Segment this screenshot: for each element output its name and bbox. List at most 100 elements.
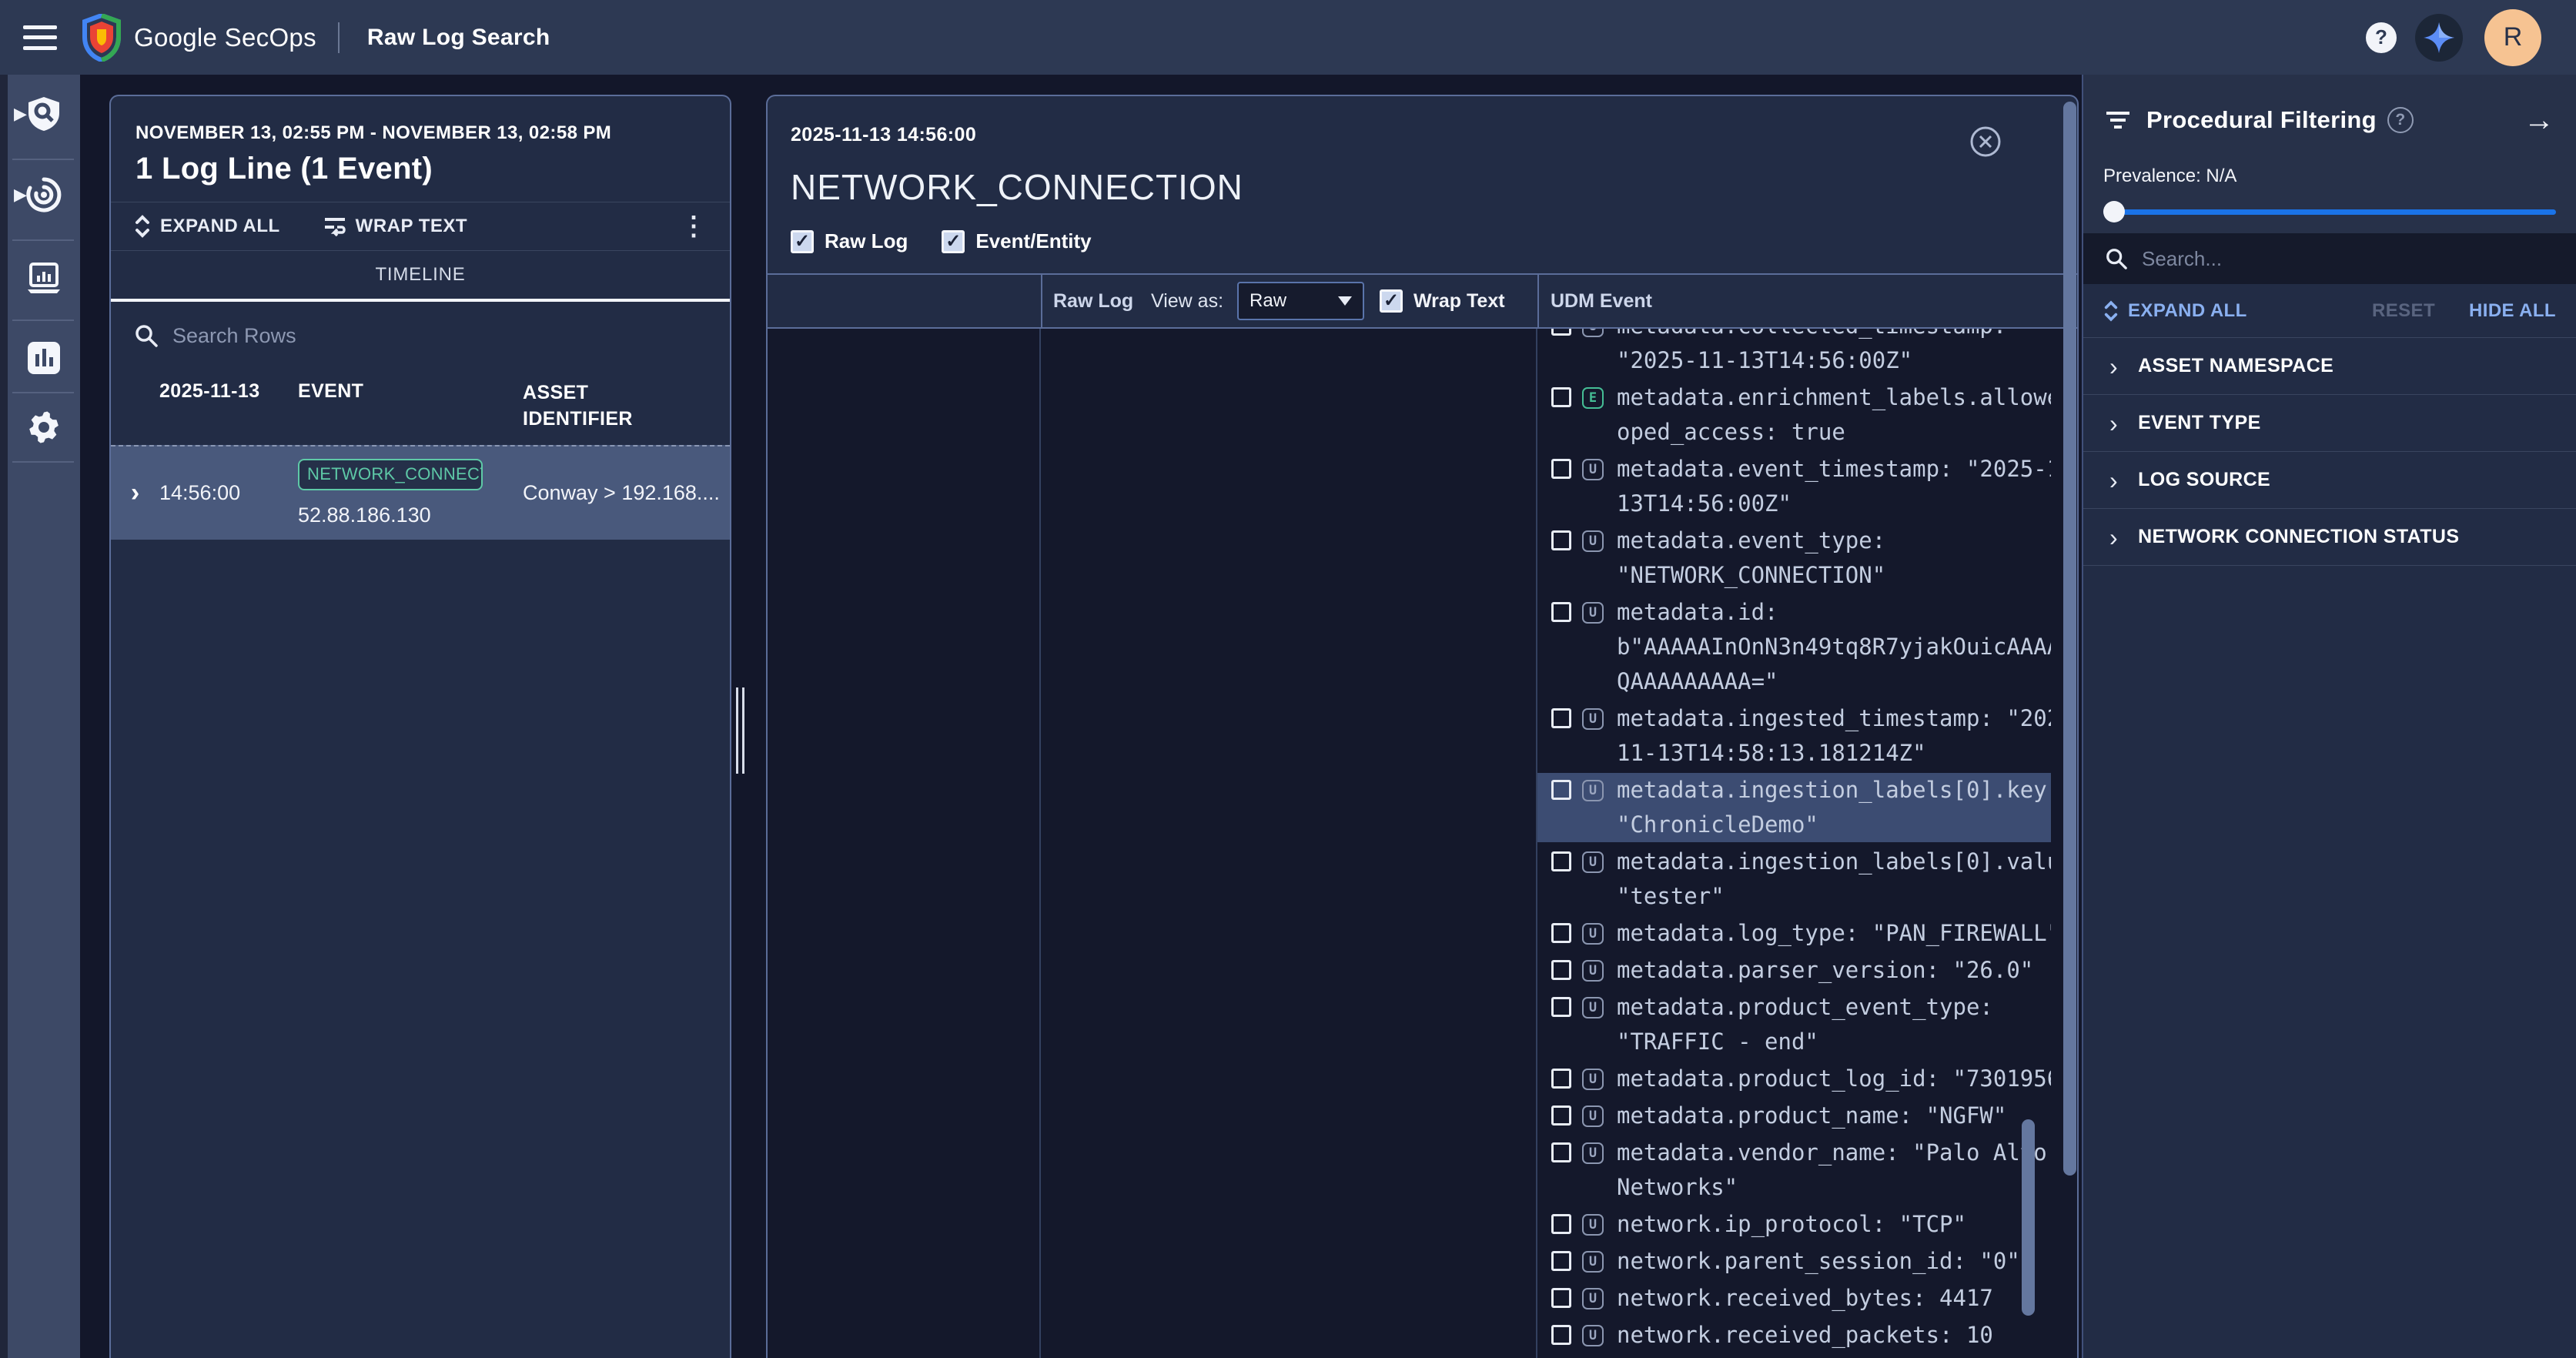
row-checkbox[interactable] [1551, 1325, 1571, 1345]
nav-settings[interactable] [8, 410, 80, 445]
udm-tag-icon: U [1582, 1325, 1604, 1346]
row-checkbox[interactable] [1551, 960, 1571, 980]
udm-row[interactable]: Umetadata.vendor_name: "Palo AltoNetwork… [1537, 1136, 2051, 1205]
udm-row[interactable]: Umetadata.product_log_id: "73019560" [1537, 1062, 2051, 1096]
row-checkbox[interactable] [1551, 851, 1571, 871]
filter-list-icon [2105, 110, 2131, 130]
udm-line: metadata.ingestion_labels[0].value: [1617, 845, 2051, 879]
nav-dashboards[interactable] [8, 261, 80, 296]
row-checkbox[interactable] [1551, 997, 1571, 1017]
row-checkbox[interactable] [1551, 329, 1571, 336]
udm-line: metadata.event_type: [1617, 523, 2051, 558]
nav-detections[interactable]: ▶ [8, 177, 80, 212]
udm-tag-icon: U [1582, 1251, 1604, 1273]
wrap-text-button[interactable]: WRAP TEXT [323, 216, 467, 237]
udm-line: "TRAFFIC - end" [1617, 1025, 2051, 1059]
row-checkbox[interactable] [1551, 1251, 1571, 1271]
help-icon[interactable]: ? [2366, 22, 2397, 53]
row-checkbox[interactable] [1551, 530, 1571, 550]
row-checkbox[interactable] [1551, 1105, 1571, 1126]
menu-icon[interactable] [23, 25, 57, 50]
search-icon [2105, 247, 2128, 270]
hide-all-button[interactable]: HIDE ALL [2469, 300, 2556, 322]
slider-thumb[interactable] [2103, 201, 2125, 222]
row-asset-identifier: Conway > 192.168.... [506, 481, 730, 505]
tab-timeline[interactable]: TIMELINE [111, 251, 730, 302]
help-icon[interactable]: ? [2387, 107, 2414, 133]
table-row[interactable]: › 14:56:00 NETWORK_CONNECTION 52.88.186.… [111, 445, 730, 540]
udm-line: network.received_bytes: 4417 [1617, 1281, 2051, 1316]
filter-search-input[interactable] [2142, 247, 2554, 271]
udm-row[interactable]: Unetwork.received_bytes: 4417 [1537, 1281, 2051, 1316]
view-as-label: View as: [1151, 290, 1223, 313]
expand-all-button[interactable]: EXPAND ALL [2103, 300, 2247, 322]
udm-row[interactable]: Umetadata.ingestion_labels[0].value:"tes… [1537, 845, 2051, 914]
udm-line: metadata.ingested_timestamp: "2025- [1617, 701, 2051, 736]
udm-row[interactable]: Unetwork.sent_bytes: 1520 [1537, 1355, 2051, 1358]
column-date[interactable]: 2025-11-13 [111, 380, 298, 433]
row-checkbox[interactable] [1551, 602, 1571, 622]
expand-all-button[interactable]: EXPAND ALL [134, 215, 280, 238]
close-icon[interactable] [1969, 125, 2002, 158]
filter-section-log-source[interactable]: ›LOG SOURCE [2083, 452, 2576, 509]
udm-line: metadata.vendor_name: "Palo Alto [1617, 1136, 2051, 1170]
udm-tag-icon: U [1582, 851, 1604, 873]
avatar[interactable]: R [2484, 9, 2541, 66]
udm-row[interactable]: Unetwork.ip_protocol: "TCP" [1537, 1207, 2051, 1242]
udm-row[interactable]: Umetadata.parser_version: "26.0" [1537, 953, 2051, 988]
nav-reports[interactable] [8, 340, 80, 376]
udm-row[interactable]: Umetadata.ingestion_labels[0].key:"Chron… [1537, 773, 2051, 842]
event-type-badge[interactable]: NETWORK_CONNECTION [298, 459, 483, 490]
row-checkbox[interactable] [1551, 923, 1571, 943]
arrow-right-icon[interactable]: → [2524, 103, 2554, 138]
expand-arrow-icon[interactable]: ▶ [14, 185, 27, 205]
prevalence-slider[interactable] [2103, 201, 2556, 222]
row-expand-chevron-icon[interactable]: › [111, 480, 159, 506]
udm-field-text: network.received_bytes: 4417 [1617, 1281, 2051, 1316]
udm-tag-icon: U [1582, 1214, 1604, 1236]
search-rows-input[interactable] [172, 324, 707, 348]
udm-row[interactable]: Umetadata.product_name: "NGFW" [1537, 1099, 2051, 1133]
row-checkbox[interactable] [1551, 780, 1571, 800]
udm-field-text: metadata.event_type:"NETWORK_CONNECTION" [1617, 523, 2051, 593]
row-checkbox[interactable] [1551, 1288, 1571, 1308]
gutter-column [768, 329, 1041, 1358]
udm-row[interactable]: Umetadata.event_timestamp: "2025-11-13T1… [1537, 452, 2051, 521]
expand-arrow-icon[interactable]: ▶ [14, 104, 27, 124]
udm-row[interactable]: Umetadata.product_event_type:"TRAFFIC - … [1537, 990, 2051, 1059]
event-title: NETWORK_CONNECTION [791, 166, 2077, 208]
event-entity-checkbox[interactable]: ✓ Event/Entity [942, 229, 1091, 253]
filter-section-network-connection-status[interactable]: ›NETWORK CONNECTION STATUS [2083, 509, 2576, 566]
row-checkbox[interactable] [1551, 387, 1571, 407]
event-detail-header: 2025-11-13 14:56:00 NETWORK_CONNECTION ✓… [768, 96, 2077, 273]
udm-row[interactable]: Umetadata.ingested_timestamp: "2025-11-1… [1537, 701, 2051, 771]
nav-rail: ▶ ▶ [0, 75, 80, 1358]
panel-resize-handle[interactable] [735, 687, 746, 774]
row-checkbox[interactable] [1551, 1142, 1571, 1162]
filter-section-asset-namespace[interactable]: ›ASSET NAMESPACE [2083, 338, 2576, 395]
udm-row[interactable]: Umetadata.collected_timestamp:"2025-11-1… [1537, 329, 2051, 378]
wrap-text-checkbox[interactable]: ✓ Wrap Text [1380, 275, 1505, 327]
row-checkbox[interactable] [1551, 1069, 1571, 1089]
udm-scrollbar[interactable] [2022, 1119, 2035, 1316]
row-checkbox[interactable] [1551, 708, 1571, 728]
udm-row[interactable]: Umetadata.log_type: "PAN_FIREWALL" [1537, 916, 2051, 951]
reset-button[interactable]: RESET [2372, 300, 2435, 322]
raw-log-checkbox[interactable]: ✓ Raw Log [791, 229, 908, 253]
udm-row[interactable]: Unetwork.received_packets: 10 [1537, 1318, 2051, 1353]
chevron-right-icon: › [2109, 354, 2118, 379]
row-checkbox[interactable] [1551, 459, 1571, 479]
row-checkbox[interactable] [1551, 1214, 1571, 1234]
view-as-select[interactable]: Raw [1237, 282, 1364, 320]
more-vertical-icon[interactable]: ⋮ [681, 211, 707, 242]
gemini-sparkle-icon[interactable] [2415, 14, 2463, 62]
udm-row[interactable]: Unetwork.parent_session_id: "0" [1537, 1244, 2051, 1279]
filter-section-event-type[interactable]: ›EVENT TYPE [2083, 395, 2576, 452]
panel-scrollbar[interactable] [2063, 102, 2076, 1176]
column-event[interactable]: EVENT [298, 380, 506, 433]
udm-row[interactable]: Emetadata.enrichment_labels.allowed_scop… [1537, 380, 2051, 450]
column-asset-identifier[interactable]: ASSET IDENTIFIER [506, 380, 730, 433]
udm-row[interactable]: Umetadata.id:b"AAAAAInOnN3n49tq8R7yjakOu… [1537, 595, 2051, 699]
nav-investigation[interactable]: ▶ [8, 96, 80, 132]
udm-row[interactable]: Umetadata.event_type:"NETWORK_CONNECTION… [1537, 523, 2051, 593]
